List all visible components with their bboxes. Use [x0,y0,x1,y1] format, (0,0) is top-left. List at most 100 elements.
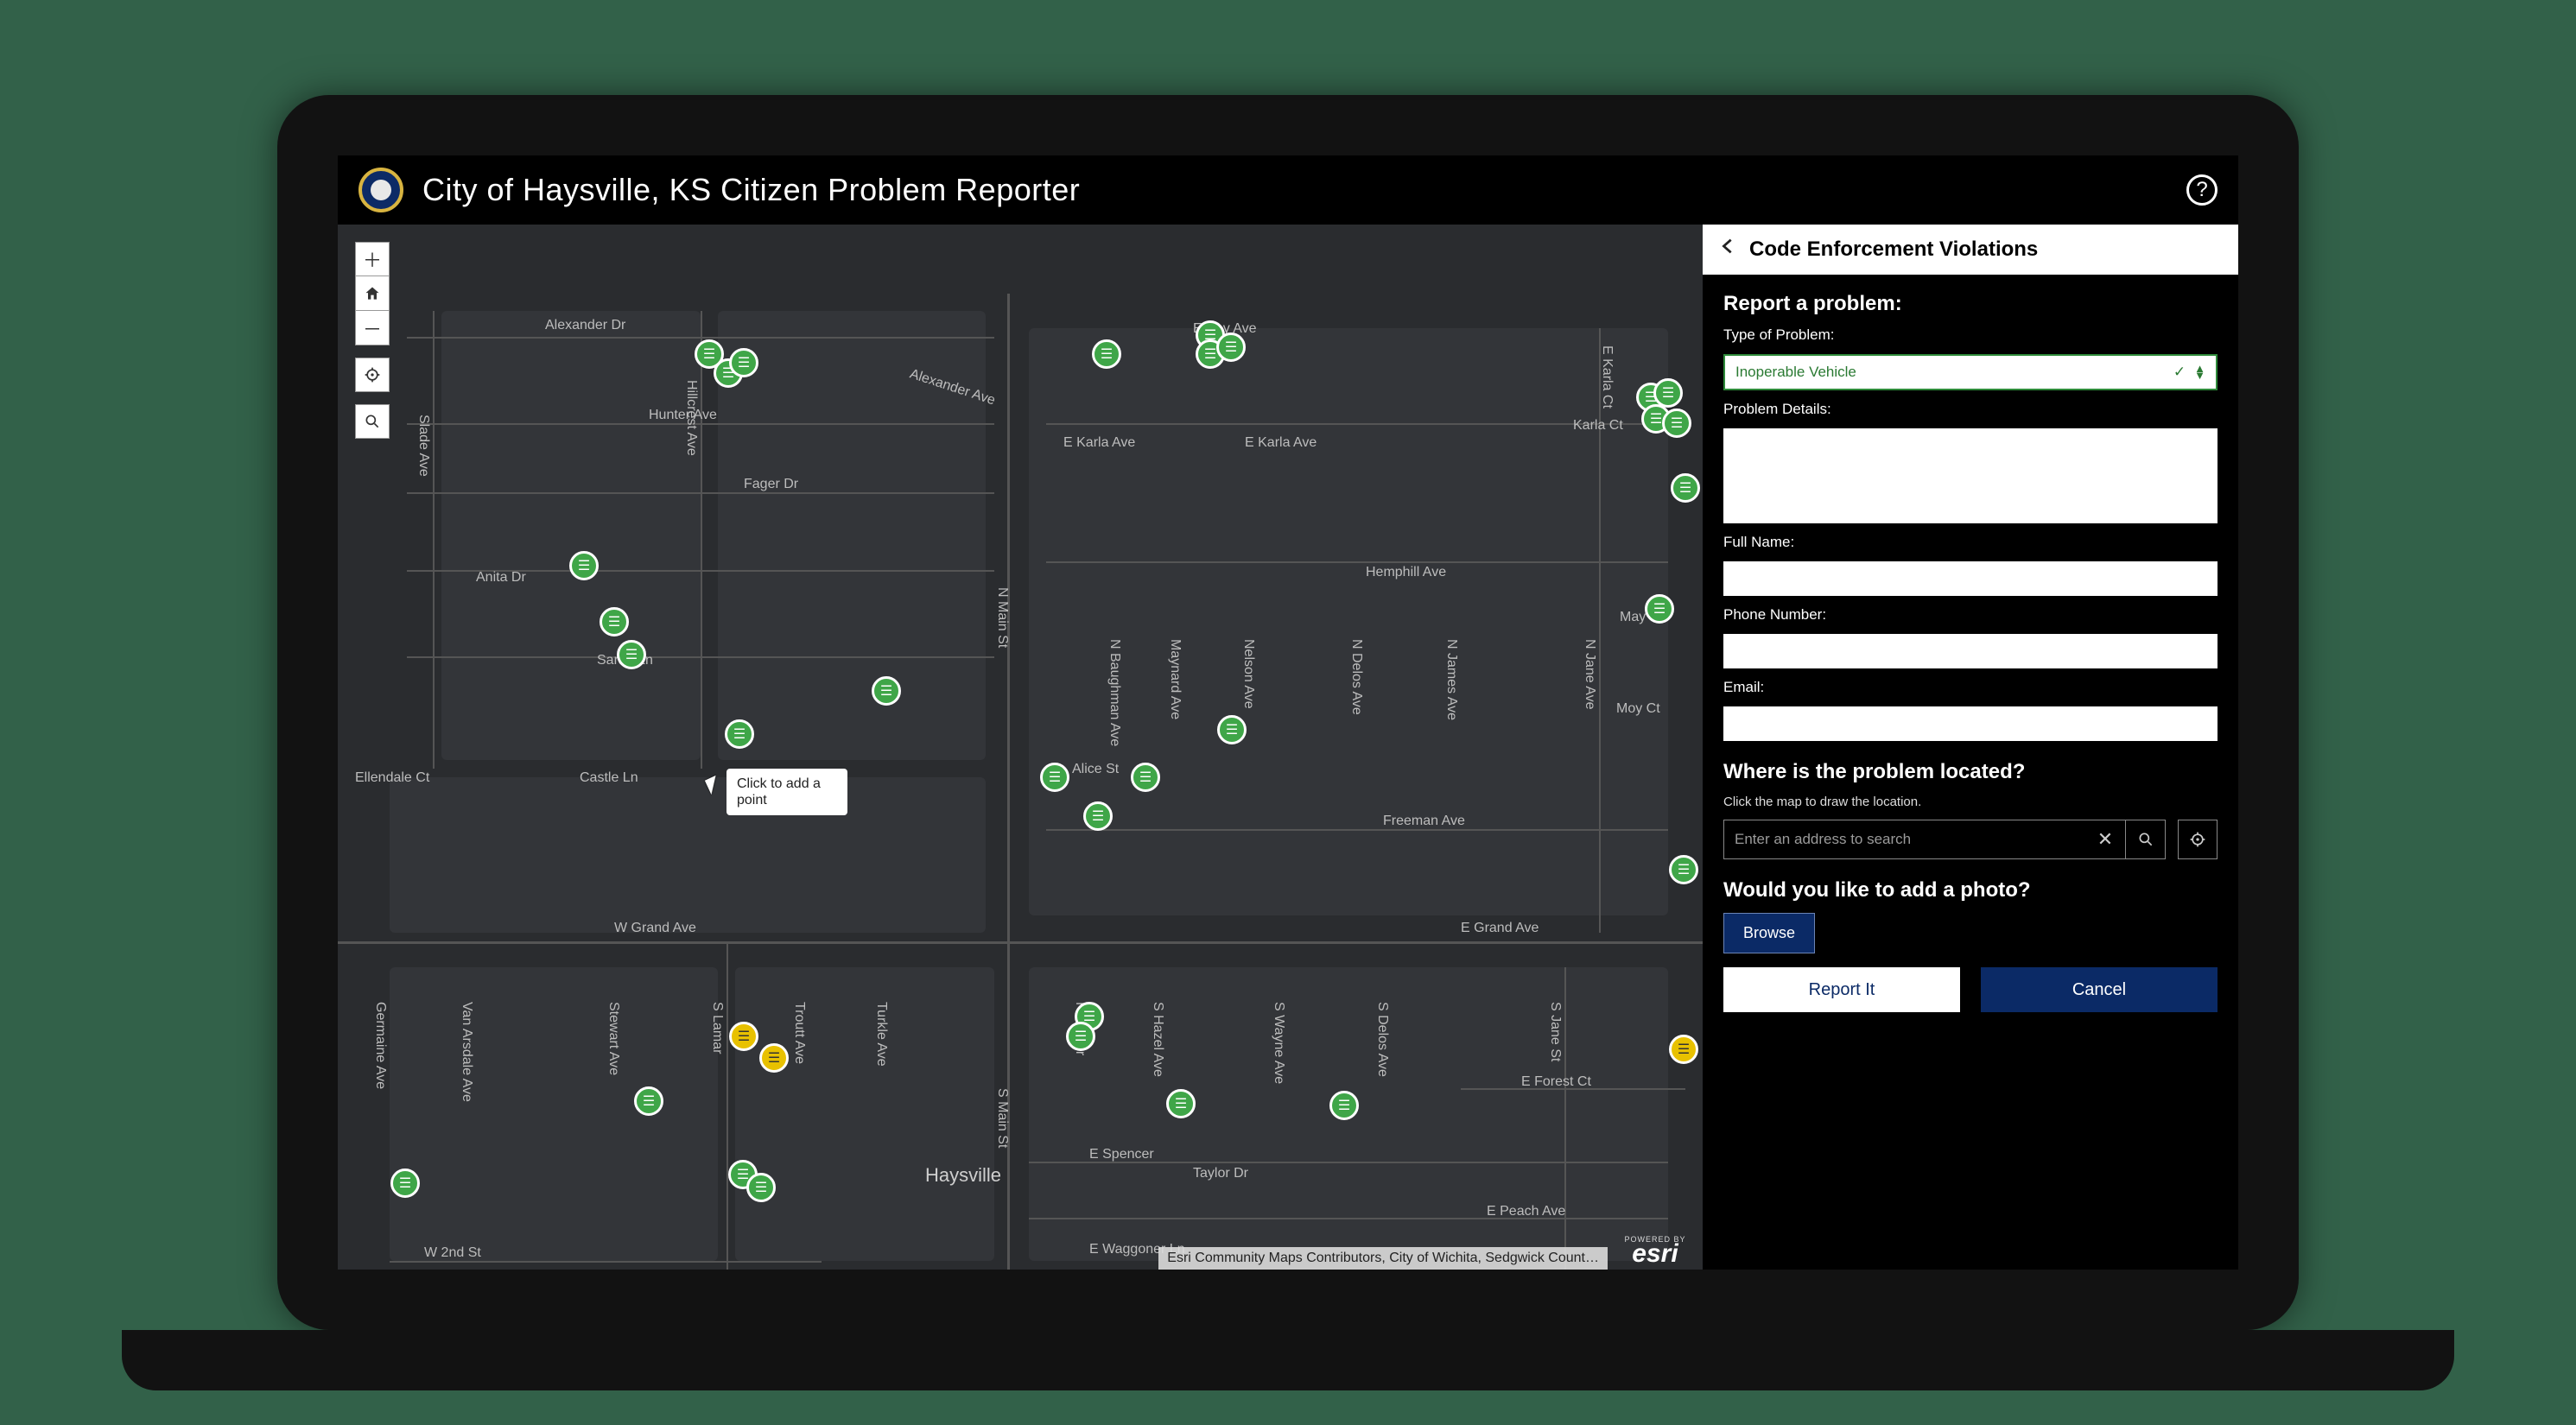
report-marker[interactable]: ☰ [759,1043,789,1073]
street-label: E Grand Ave [1461,921,1539,936]
panel-header[interactable]: Code Enforcement Violations [1703,225,2238,275]
report-marker[interactable]: ☰ [729,348,758,377]
street-label: Turkle Ave [873,1002,889,1067]
phone-input[interactable] [1723,634,2218,668]
road [701,311,702,769]
report-marker[interactable]: ☰ [1131,763,1160,792]
report-it-button[interactable]: Report It [1723,967,1960,1012]
marker-icon: ☰ [399,1175,411,1192]
report-marker[interactable]: ☰ [1166,1089,1196,1118]
street-label: Hillcrest Ave [683,380,699,456]
road [726,941,728,1270]
locate-button[interactable] [355,358,390,392]
map-tooltip: Click to add a point [726,769,847,815]
app-header: City of Haysville, KS Citizen Problem Re… [338,155,2238,225]
problem-type-value: Inoperable Vehicle [1735,364,1856,381]
report-marker[interactable]: ☰ [634,1086,663,1116]
zoom-out-button[interactable]: － [355,311,390,345]
back-button[interactable] [1718,234,1737,265]
marker-icon: ☰ [738,1028,750,1045]
home-extent-button[interactable] [355,276,390,311]
address-input[interactable] [1724,831,2085,848]
street-label: Anita Dr [476,570,526,586]
street-label: Ellendale Ct [355,770,429,786]
report-marker[interactable]: ☰ [1216,332,1246,362]
map[interactable]: Alexander Dr Hunter Ave Fager Dr Anita D… [338,225,1703,1270]
report-marker[interactable]: ☰ [600,607,629,636]
report-marker[interactable]: ☰ [746,1173,776,1202]
use-my-location-button[interactable] [2178,820,2218,859]
report-marker[interactable]: ☰ [617,640,646,669]
zoom-in-button[interactable]: ＋ [355,242,390,276]
marker-icon: ☰ [1101,345,1113,363]
crosshair-icon [364,366,381,383]
cancel-button[interactable]: Cancel [1981,967,2218,1012]
report-panel: Code Enforcement Violations Report a pro… [1703,225,2238,1270]
report-marker[interactable]: ☰ [1671,473,1700,503]
search-address-button[interactable] [2125,820,2165,858]
street-label: Troutt Ave [791,1002,807,1064]
problem-details-input[interactable] [1723,428,2218,523]
browse-photo-button[interactable]: Browse [1723,913,1815,953]
help-button[interactable]: ? [2186,174,2218,206]
marker-icon: ☰ [1226,721,1238,738]
marker-icon: ☰ [1650,410,1662,428]
report-marker[interactable]: ☰ [1040,763,1069,792]
report-heading: Report a problem: [1723,292,2218,316]
report-marker[interactable]: ☰ [1329,1091,1359,1120]
email-input[interactable] [1723,706,2218,741]
street-label: Alexander Dr [545,318,625,333]
full-name-input[interactable] [1723,561,2218,596]
report-marker[interactable]: ☰ [729,1022,758,1051]
esri-logo: POWERED BY esri [1608,1233,1703,1270]
street-label: S Jane St [1547,1002,1563,1061]
street-label: E Karla Ct [1599,345,1615,408]
marker-icon: ☰ [768,1049,780,1067]
report-marker[interactable]: ☰ [725,719,754,749]
marker-icon: ☰ [1204,345,1216,363]
report-marker[interactable]: ☰ [1066,1022,1095,1051]
street-label: E Karla Ave [1063,435,1135,451]
street-label: Van Arsdale Ave [459,1002,474,1102]
marker-icon: ☰ [1338,1097,1350,1114]
marker-icon: ☰ [1075,1028,1087,1045]
clear-address-button[interactable]: ✕ [2085,820,2125,858]
marker-icon: ☰ [1175,1095,1187,1112]
marker-icon: ☰ [1678,1041,1690,1058]
street-label: Maynard Ave [1167,639,1183,719]
report-marker[interactable]: ☰ [1083,801,1113,831]
report-marker[interactable]: ☰ [1653,378,1683,408]
report-marker[interactable]: ☰ [872,676,901,706]
street-label: Alice St [1072,762,1119,777]
marker-icon: ☰ [738,354,750,371]
marker-icon: ☰ [1678,861,1690,878]
panel-title: Code Enforcement Violations [1749,238,2038,262]
report-marker[interactable]: ☰ [1662,408,1691,438]
report-marker[interactable]: ☰ [569,551,599,580]
chevron-updown-icon: ▲▼ [2194,365,2205,379]
marker-icon: ☰ [1139,769,1152,786]
marker-icon: ☰ [755,1179,767,1196]
chevron-left-icon [1718,234,1737,258]
marker-icon: ☰ [1679,479,1691,497]
report-marker[interactable]: ☰ [1217,715,1247,744]
attribution-text[interactable]: Esri Community Maps Contributors, City o… [1158,1247,1608,1270]
report-marker[interactable]: ☰ [390,1168,420,1198]
report-marker[interactable]: ☰ [1092,339,1121,369]
app-screen: City of Haysville, KS Citizen Problem Re… [338,155,2238,1270]
street-label: N James Ave [1443,639,1459,720]
name-label: Full Name: [1723,534,2218,551]
report-marker[interactable]: ☰ [1669,1035,1698,1064]
map-block [441,311,701,760]
home-icon [364,285,381,302]
street-label: N Jane Ave [1582,639,1597,710]
marker-icon: ☰ [1092,808,1104,825]
report-marker[interactable]: ☰ [1669,855,1698,884]
checkmark-icon: ✓ [2173,364,2186,381]
search-toggle-button[interactable] [355,404,390,439]
problem-type-select[interactable]: Inoperable Vehicle ✓ ▲▼ [1723,354,2218,390]
details-label: Problem Details: [1723,401,2218,418]
report-marker[interactable]: ☰ [1645,594,1674,624]
street-label: S Main St [994,1088,1010,1148]
map-tool-stack: ＋ － [355,242,390,451]
